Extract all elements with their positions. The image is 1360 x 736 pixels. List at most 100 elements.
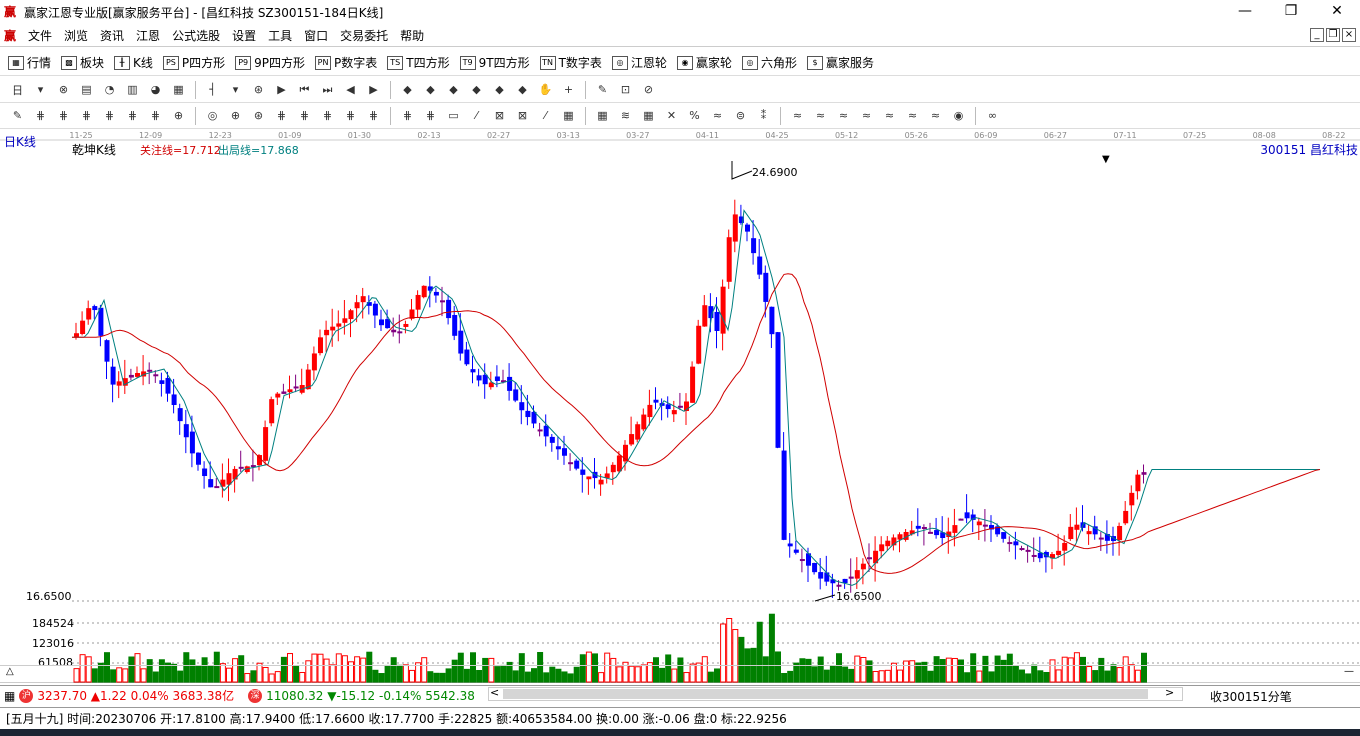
draw-tool-21-icon[interactable]: ⊠ bbox=[514, 107, 532, 125]
draw-tool-15-icon[interactable]: ⋕ bbox=[365, 107, 383, 125]
period-tool-22-icon[interactable]: ✋ bbox=[537, 81, 555, 99]
draw-tool-10-icon[interactable]: ⊛ bbox=[250, 107, 268, 125]
period-tool-15-icon[interactable]: ▶ bbox=[365, 81, 383, 99]
collect-label[interactable]: 收300151分笔 bbox=[1210, 688, 1292, 705]
period-tool-3-icon[interactable]: ▤ bbox=[78, 81, 96, 99]
draw-tool-6-icon[interactable]: ⋕ bbox=[147, 107, 165, 125]
menu-settings[interactable]: 设置 bbox=[226, 27, 262, 44]
mdi-restore-button[interactable]: ❐ bbox=[1326, 28, 1340, 42]
kline-chart[interactable]: 11-25 12-09 12-23 01-09 01-30 02-13 02-27 03-13… bbox=[0, 129, 1360, 684]
toolbar-item-7[interactable]: T9 9T四方形 bbox=[459, 54, 530, 71]
scroll-collapse-icon[interactable]: — bbox=[1344, 666, 1354, 677]
period-tool-18-icon[interactable]: ◆ bbox=[445, 81, 463, 99]
period-tool-6-icon[interactable]: ◕ bbox=[147, 81, 165, 99]
grid-status-icon[interactable]: ▦ bbox=[4, 689, 15, 703]
period-tool-19-icon[interactable]: ◆ bbox=[468, 81, 486, 99]
draw-tool-12-icon[interactable]: ⋕ bbox=[296, 107, 314, 125]
draw-tool-5-icon[interactable]: ⋕ bbox=[124, 107, 142, 125]
chart-scrollbar[interactable]: △ — bbox=[0, 665, 1360, 682]
draw-tool-40-icon[interactable]: ∞ bbox=[984, 107, 1002, 125]
period-tool-1-icon[interactable]: ▾ bbox=[32, 81, 50, 99]
toolbar-item-12[interactable]: $ 赢家服务 bbox=[806, 54, 874, 71]
draw-tool-36-icon[interactable]: ≈ bbox=[881, 107, 899, 125]
menu-tools[interactable]: 工具 bbox=[262, 27, 298, 44]
menu-window[interactable]: 窗口 bbox=[298, 27, 334, 44]
scroll-right-icon[interactable]: > bbox=[1165, 686, 1174, 699]
period-tool-0-icon[interactable]: 日 bbox=[9, 81, 27, 99]
draw-tool-31-icon[interactable]: ⁑ bbox=[755, 107, 773, 125]
period-tool-7-icon[interactable]: ▦ bbox=[170, 81, 188, 99]
draw-tool-24-icon[interactable]: ▦ bbox=[594, 107, 612, 125]
toolbar-item-0[interactable]: ▦ 行情 bbox=[8, 54, 51, 71]
menu-formula[interactable]: 公式选股 bbox=[166, 27, 226, 44]
draw-tool-27-icon[interactable]: ✕ bbox=[663, 107, 681, 125]
period-tool-14-icon[interactable]: ◀ bbox=[342, 81, 360, 99]
period-tool-2-icon[interactable]: ⊗ bbox=[55, 81, 73, 99]
draw-tool-32-icon[interactable]: ≈ bbox=[789, 107, 807, 125]
toolbar-item-3[interactable]: PS P四方形 bbox=[162, 54, 225, 71]
draw-tool-14-icon[interactable]: ⋕ bbox=[342, 107, 360, 125]
draw-tool-23-icon[interactable]: ▦ bbox=[560, 107, 578, 125]
draw-tool-37-icon[interactable]: ≈ bbox=[904, 107, 922, 125]
menu-help[interactable]: 帮助 bbox=[394, 27, 430, 44]
toolbar-item-1[interactable]: ▩ 板块 bbox=[61, 54, 104, 71]
period-tool-11-icon[interactable]: ▶ bbox=[273, 81, 291, 99]
draw-tool-13-icon[interactable]: ⋕ bbox=[319, 107, 337, 125]
toolbar-item-6[interactable]: TS T四方形 bbox=[387, 54, 450, 71]
menu-news[interactable]: 资讯 bbox=[94, 27, 130, 44]
restore-button[interactable]: ❐ bbox=[1268, 0, 1314, 24]
menu-trade[interactable]: 交易委托 bbox=[334, 27, 394, 44]
period-tool-9-icon[interactable]: ▾ bbox=[227, 81, 245, 99]
period-tool-25-icon[interactable]: ⊡ bbox=[617, 81, 635, 99]
period-tool-12-icon[interactable]: ⏮ bbox=[296, 81, 314, 99]
toolbar-item-10[interactable]: ◉ 赢家轮 bbox=[676, 54, 732, 71]
scroll-left-icon[interactable]: < bbox=[490, 686, 499, 699]
draw-tool-34-icon[interactable]: ≈ bbox=[835, 107, 853, 125]
draw-tool-18-icon[interactable]: ▭ bbox=[445, 107, 463, 125]
toolbar-item-4[interactable]: P9 9P四方形 bbox=[235, 54, 305, 71]
close-button[interactable]: ✕ bbox=[1314, 0, 1360, 24]
draw-tool-25-icon[interactable]: ≋ bbox=[617, 107, 635, 125]
sz-index[interactable]: 深 11080.32 ▼-15.12 -0.14% 5542.38 bbox=[248, 688, 475, 703]
mdi-minimize-button[interactable]: _ bbox=[1310, 28, 1324, 42]
toolbar-item-9[interactable]: ◎ 江恩轮 bbox=[611, 54, 667, 71]
period-tool-16-icon[interactable]: ◆ bbox=[399, 81, 417, 99]
minimize-button[interactable]: — bbox=[1222, 0, 1268, 24]
draw-tool-17-icon[interactable]: ⋕ bbox=[422, 107, 440, 125]
draw-tool-16-icon[interactable]: ⋕ bbox=[399, 107, 417, 125]
status-scroll-thumb[interactable] bbox=[503, 689, 1148, 699]
draw-tool-2-icon[interactable]: ⋕ bbox=[55, 107, 73, 125]
draw-tool-9-icon[interactable]: ⊕ bbox=[227, 107, 245, 125]
scroll-up-icon[interactable]: △ bbox=[6, 666, 14, 677]
period-tool-13-icon[interactable]: ⏭ bbox=[319, 81, 337, 99]
draw-tool-8-icon[interactable]: ◎ bbox=[204, 107, 222, 125]
draw-tool-29-icon[interactable]: ≈ bbox=[709, 107, 727, 125]
period-tool-8-icon[interactable]: ┤ bbox=[204, 81, 222, 99]
sh-index[interactable]: 沪 3237.70 ▲1.22 0.04% 3683.38亿 bbox=[19, 687, 234, 704]
menu-browse[interactable]: 浏览 bbox=[58, 27, 94, 44]
draw-tool-20-icon[interactable]: ⊠ bbox=[491, 107, 509, 125]
toolbar-item-11[interactable]: ◎ 六角形 bbox=[741, 54, 797, 71]
draw-tool-11-icon[interactable]: ⋕ bbox=[273, 107, 291, 125]
mdi-close-button[interactable]: × bbox=[1342, 28, 1356, 42]
period-tool-26-icon[interactable]: ⊘ bbox=[640, 81, 658, 99]
draw-tool-30-icon[interactable]: ⊜ bbox=[732, 107, 750, 125]
draw-tool-35-icon[interactable]: ≈ bbox=[858, 107, 876, 125]
menu-file[interactable]: 文件 bbox=[22, 27, 58, 44]
period-tool-23-icon[interactable]: + bbox=[560, 81, 578, 99]
menu-gann[interactable]: 江恩 bbox=[130, 27, 166, 44]
draw-tool-33-icon[interactable]: ≈ bbox=[812, 107, 830, 125]
toolbar-item-5[interactable]: PN P数字表 bbox=[315, 54, 377, 71]
draw-tool-19-icon[interactable]: ⁄ bbox=[468, 107, 486, 125]
period-tool-21-icon[interactable]: ◆ bbox=[514, 81, 532, 99]
toolbar-item-2[interactable]: ╫ K线 bbox=[114, 54, 153, 71]
dropdown-marker-icon[interactable]: ▼ bbox=[1102, 154, 1110, 165]
period-tool-5-icon[interactable]: ▥ bbox=[124, 81, 142, 99]
draw-tool-7-icon[interactable]: ⊕ bbox=[170, 107, 188, 125]
period-tool-10-icon[interactable]: ⊛ bbox=[250, 81, 268, 99]
period-tool-20-icon[interactable]: ◆ bbox=[491, 81, 509, 99]
draw-tool-26-icon[interactable]: ▦ bbox=[640, 107, 658, 125]
draw-tool-0-icon[interactable]: ✎ bbox=[9, 107, 27, 125]
draw-tool-1-icon[interactable]: ⋕ bbox=[32, 107, 50, 125]
draw-tool-39-icon[interactable]: ◉ bbox=[950, 107, 968, 125]
